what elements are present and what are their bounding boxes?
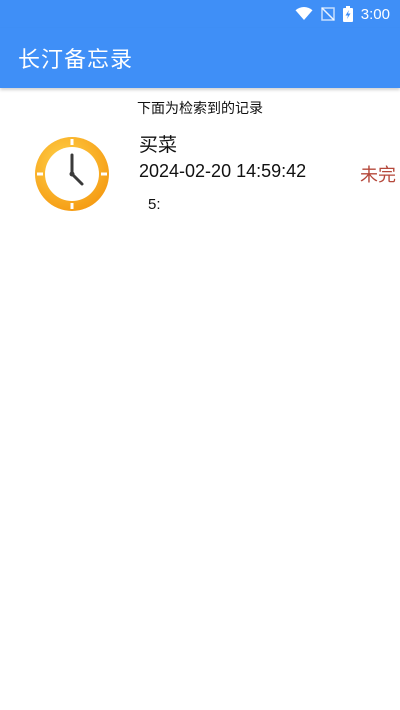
app-bar: 长汀备忘录: [0, 28, 400, 88]
status-icons: 3:00: [295, 4, 390, 24]
wifi-icon: [295, 7, 313, 20]
search-result-caption: 下面为检索到的记录: [137, 101, 263, 117]
memo-datetime: 2024-02-20 14:59:42: [139, 161, 307, 181]
app-title: 长汀备忘录: [18, 48, 134, 73]
clock-icon: [35, 137, 109, 211]
status-bar: 3:00: [0, 0, 400, 28]
memo-title: 买菜: [139, 134, 178, 156]
no-signal-icon: [321, 7, 335, 21]
battery-charging-icon: [342, 6, 353, 22]
status-time: 3:00: [360, 5, 390, 23]
memo-content: 5:: [148, 196, 161, 213]
memo-status-badge: 未完: [360, 165, 396, 186]
memo-list-item[interactable]: 买菜 2024-02-20 14:59:42 未完 5:: [0, 122, 400, 222]
